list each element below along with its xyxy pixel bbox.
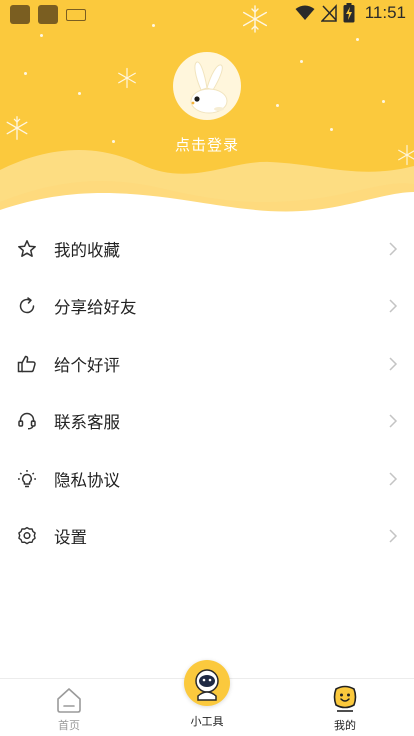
- header-wave: [0, 150, 414, 230]
- wifi-icon: [295, 5, 315, 20]
- tab-tools-label: 小工具: [190, 715, 224, 728]
- avatar[interactable]: [173, 52, 241, 120]
- snowflake-icon: [242, 5, 268, 33]
- rabbit-avatar-icon: [190, 61, 228, 114]
- chevron-right-icon: [389, 414, 398, 428]
- tab-mine[interactable]: 我的: [310, 679, 380, 736]
- astronaut-icon: [195, 669, 219, 701]
- home-icon: [57, 688, 81, 713]
- no-signal-icon: [320, 4, 337, 22]
- clock-time: 11:51: [364, 3, 406, 22]
- menu-item-favorites[interactable]: 我的收藏: [0, 220, 414, 278]
- status-bar: 11:51: [0, 0, 414, 28]
- smiley-face-icon: [333, 685, 357, 712]
- menu-item-label: 给个好评: [54, 355, 120, 375]
- app-notification-icon: [38, 5, 58, 24]
- menu-item-label: 分享给好友: [54, 298, 137, 318]
- menu-item-label: 我的收藏: [54, 240, 120, 260]
- chevron-right-icon: [389, 242, 398, 256]
- menu-item-label: 设置: [54, 528, 87, 548]
- lightbulb-icon: [18, 469, 36, 487]
- chevron-right-icon: [389, 529, 398, 543]
- menu-item-rate[interactable]: 给个好评: [0, 335, 414, 393]
- tab-home-label: 首页: [58, 719, 80, 732]
- battery-charging-icon: [343, 3, 355, 23]
- menu-item-settings[interactable]: 设置: [0, 508, 414, 566]
- tab-home[interactable]: 首页: [34, 679, 104, 736]
- chevron-right-icon: [389, 357, 398, 371]
- headset-icon: [18, 413, 36, 430]
- menu-list: 我的收藏 分享给好友 给个好评 联系客服 隐私协议 设置: [0, 220, 414, 565]
- menu-item-support[interactable]: 联系客服: [0, 393, 414, 451]
- menu-item-privacy[interactable]: 隐私协议: [0, 450, 414, 508]
- snowflake-icon: [118, 67, 136, 89]
- chevron-right-icon: [389, 299, 398, 313]
- app-notification-icon: [10, 5, 30, 24]
- tab-mine-label: 我的: [334, 719, 356, 732]
- menu-item-label: 联系客服: [54, 413, 120, 433]
- gear-icon: [18, 527, 36, 545]
- star-icon: [18, 239, 36, 257]
- thumbs-up-icon: [17, 355, 36, 372]
- tools-button[interactable]: [184, 660, 230, 706]
- profile-header: 11:51 点击登录: [0, 0, 414, 230]
- chevron-right-icon: [389, 472, 398, 486]
- keyboard-icon: [66, 8, 86, 21]
- menu-item-share[interactable]: 分享给好友: [0, 278, 414, 336]
- menu-item-label: 隐私协议: [54, 470, 120, 490]
- share-refresh-icon: [19, 297, 35, 314]
